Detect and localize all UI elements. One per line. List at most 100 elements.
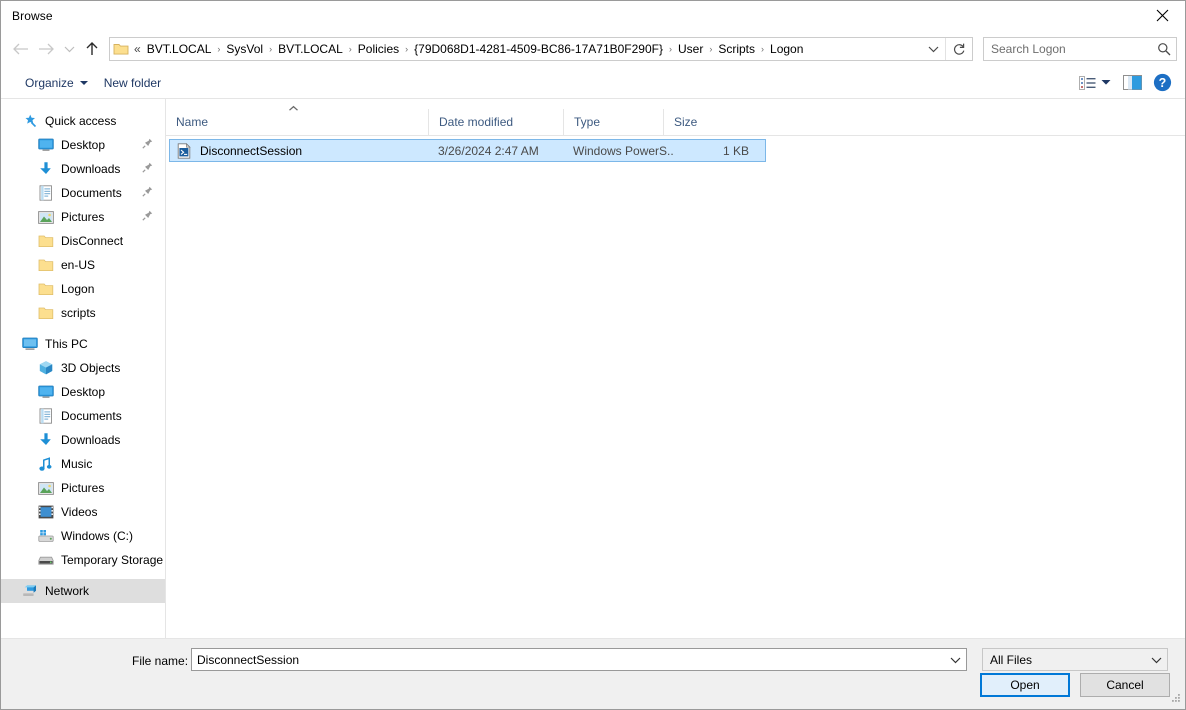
breadcrumb-separator: › [709,43,713,54]
breadcrumb-item-3[interactable]: Policies [354,40,403,58]
help-button[interactable]: ? [1147,71,1177,95]
address-dropdown-button[interactable] [921,38,945,60]
column-header-type[interactable]: Type [563,109,663,135]
sidebar-item-windows-c[interactable]: Windows (C:) [1,524,165,548]
file-date-cell: 3/26/2024 2:47 AM [438,143,539,158]
file-name-text: DisconnectSession [200,143,303,158]
powershell-script-icon [176,142,192,159]
window-title: Browse [12,8,53,23]
refresh-button[interactable] [945,37,972,60]
resize-grip-icon[interactable] [1170,692,1182,707]
sidebar-item-quick-access[interactable]: Quick access [1,109,165,133]
file-rows: DisconnectSession 3/26/2024 2:47 AM Wind… [166,136,1185,638]
sidebar-item-3d-objects[interactable]: 3D Objects [1,356,165,380]
sidebar-item-documents[interactable]: Documents [1,181,165,205]
recent-locations-button[interactable] [59,36,79,62]
breadcrumb-item-0[interactable]: BVT.LOCAL [143,40,216,58]
up-button[interactable] [79,36,105,62]
sidebar-label: This PC [45,337,88,351]
breadcrumb-separator: › [668,43,672,54]
sidebar-label: Quick access [45,114,117,128]
sidebar-item-desktop[interactable]: Desktop [1,133,165,157]
view-options-button[interactable] [1073,71,1117,95]
list-view-icon [1079,75,1096,90]
folder-icon [38,257,54,273]
music-icon [38,456,54,472]
breadcrumb-item-2[interactable]: BVT.LOCAL [274,40,347,58]
content-area: Quick access Desktop Downloads Documents… [1,99,1185,638]
preview-pane-icon [1122,75,1142,90]
downloads-icon [38,161,54,177]
breadcrumb-item-1[interactable]: SysVol [222,40,267,58]
star-pin-icon [22,113,38,129]
forward-arrow-icon [38,43,54,54]
sidebar-item-temporary-storage[interactable]: Temporary Storage [1,548,165,572]
new-folder-button[interactable]: New folder [96,72,169,94]
sidebar-item-network[interactable]: Network [1,579,165,603]
file-name-combobox[interactable] [191,648,967,671]
search-input[interactable] [984,40,1152,57]
sidebar-label: Desktop [61,385,106,399]
address-bar[interactable]: « BVT.LOCAL › SysVol › BVT.LOCAL › Polic… [109,36,973,61]
sidebar-label: Documents [61,186,122,200]
column-header-name[interactable]: Name [166,105,428,135]
sidebar-item-downloads-pc[interactable]: Downloads [1,428,165,452]
sidebar-item-videos[interactable]: Videos [1,500,165,524]
breadcrumb: « BVT.LOCAL › SysVol › BVT.LOCAL › Polic… [132,40,921,58]
preview-pane-button[interactable] [1117,71,1147,95]
pin-icon[interactable] [142,138,153,152]
chevron-down-icon [1151,657,1161,663]
breadcrumb-item-7[interactable]: Logon [766,40,807,58]
breadcrumb-lead[interactable]: « [132,40,143,58]
pin-icon[interactable] [142,186,153,200]
forward-button[interactable] [33,36,59,62]
sidebar-label: Downloads [61,162,121,176]
folder-icon [38,281,54,297]
documents-icon [38,185,54,201]
open-button[interactable]: Open [980,673,1070,697]
cancel-button[interactable]: Cancel [1080,673,1170,697]
sidebar-item-downloads[interactable]: Downloads [1,157,165,181]
breadcrumb-item-4[interactable]: {79D068D1-4281-4509-BC86-17A71B0F290F} [410,40,667,58]
sidebar-item-scripts[interactable]: scripts [1,301,165,325]
sidebar-item-pictures-pc[interactable]: Pictures [1,476,165,500]
back-button[interactable] [7,36,33,62]
sidebar-item-music[interactable]: Music [1,452,165,476]
sidebar-item-disconnect[interactable]: DisConnect [1,229,165,253]
breadcrumb-item-6[interactable]: Scripts [714,40,759,58]
sidebar-label: en-US [61,258,96,272]
file-type-dropdown-button[interactable] [1145,656,1167,664]
close-button[interactable] [1139,1,1185,30]
chevron-down-icon [1101,80,1111,85]
column-header-size[interactable]: Size [663,109,735,135]
file-name-input[interactable] [192,651,944,668]
sidebar-label: Desktop [61,138,106,152]
sidebar-item-logon[interactable]: Logon [1,277,165,301]
organize-button[interactable]: Organize [17,72,96,94]
search-button[interactable] [1152,42,1176,56]
sidebar-item-this-pc[interactable]: This PC [1,332,165,356]
file-name-dropdown-button[interactable] [944,656,966,664]
sidebar-item-documents-pc[interactable]: Documents [1,404,165,428]
table-row[interactable]: DisconnectSession 3/26/2024 2:47 AM Wind… [169,139,766,162]
chevron-down-icon [79,80,88,85]
sidebar-label: scripts [61,306,96,320]
pin-icon[interactable] [142,162,153,176]
sidebar-item-desktop-pc[interactable]: Desktop [1,380,165,404]
sidebar-label: Pictures [61,210,105,224]
search-box[interactable] [983,36,1177,61]
file-type-combobox[interactable]: All Files [982,648,1168,671]
sidebar-item-pictures[interactable]: Pictures [1,205,165,229]
desktop-icon [38,384,54,400]
desktop-icon [38,137,54,153]
folder-icon [38,305,54,321]
new-folder-label: New folder [103,75,162,90]
pin-icon[interactable] [142,210,153,224]
sidebar-item-en-us[interactable]: en-US [1,253,165,277]
sidebar-label: Music [61,457,93,471]
column-header-date-modified[interactable]: Date modified [428,109,563,135]
breadcrumb-item-5[interactable]: User [674,40,707,58]
pictures-icon [38,480,54,496]
navigation-pane[interactable]: Quick access Desktop Downloads Documents… [1,99,166,638]
